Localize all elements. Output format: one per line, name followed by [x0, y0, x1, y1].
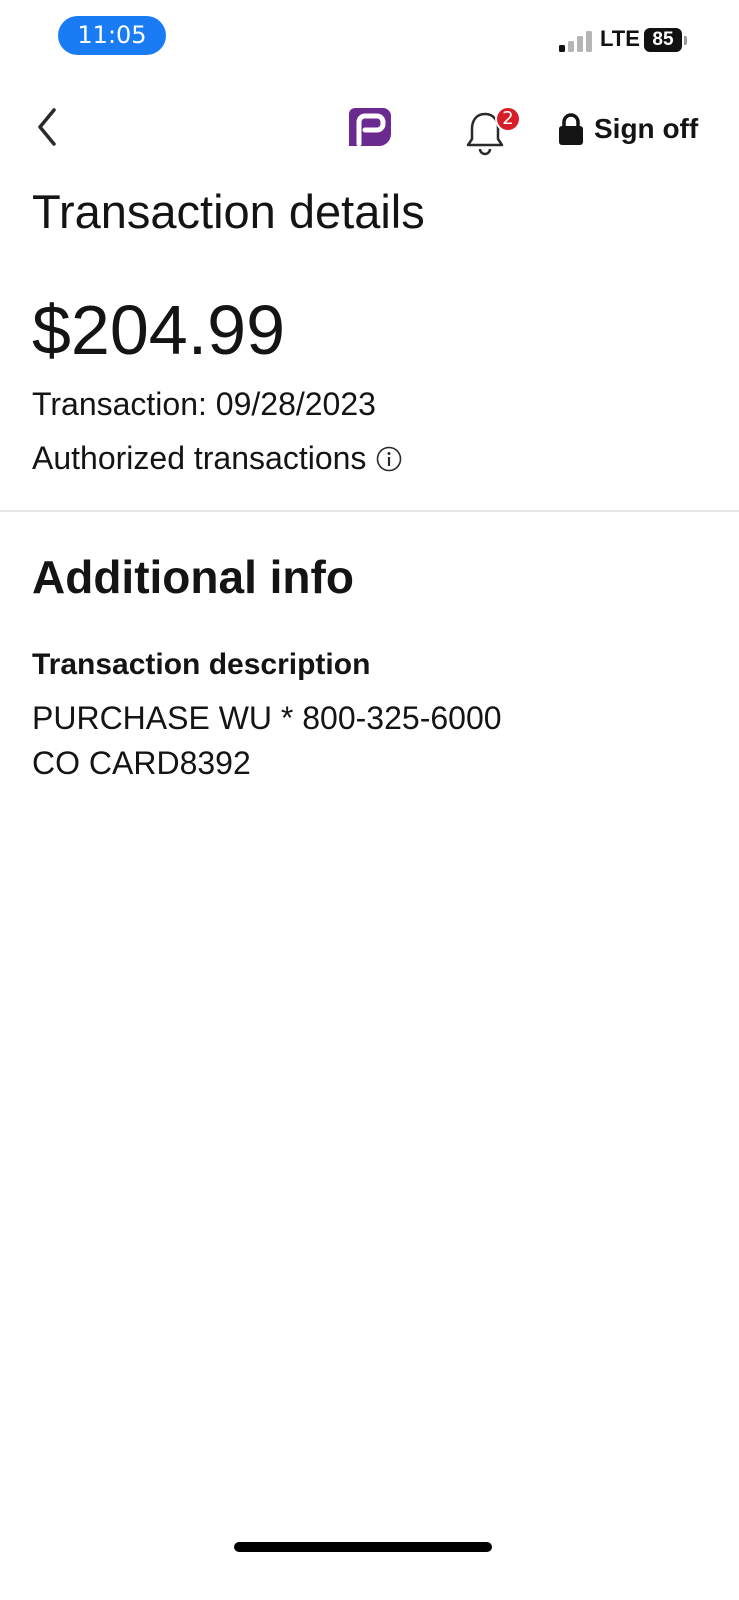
back-button[interactable] [30, 104, 66, 150]
sign-off-button[interactable]: Sign off [558, 108, 698, 150]
transaction-status-row: Authorized transactions [32, 440, 402, 477]
page-title: Transaction details [32, 185, 425, 238]
network-type: LTE [600, 26, 640, 51]
transaction-status: Authorized transactions [32, 440, 367, 476]
cellular-signal-icon [559, 30, 593, 52]
battery-tip [684, 36, 687, 45]
transaction-amount: $204.99 [32, 291, 286, 369]
chevron-left-icon [38, 108, 56, 146]
transaction-description-line-2: CO CARD8392 [32, 745, 251, 781]
lock-icon [559, 113, 583, 145]
info-icon[interactable] [376, 446, 402, 472]
notifications-button[interactable]: 2 [465, 104, 525, 156]
transaction-date: Transaction: 09/28/2023 [32, 386, 376, 422]
transaction-description-label: Transaction description [32, 648, 371, 681]
status-time[interactable]: 11:05 [58, 16, 166, 55]
notification-count-badge: 2 [495, 106, 521, 132]
assistant-logo-button[interactable] [345, 104, 393, 152]
home-indicator[interactable] [234, 1542, 492, 1552]
additional-info-title: Additional info [32, 551, 354, 603]
sign-off-label: Sign off [594, 113, 699, 144]
transaction-description-line-1: PURCHASE WU * 800-325-6000 [32, 700, 502, 736]
section-divider [0, 510, 739, 512]
battery-icon: 85 [644, 28, 682, 52]
chat-bubble-logo-icon [349, 108, 391, 147]
transaction-details-screen: 11:05 LTE 85 2 Sign off Transaction deta… [0, 0, 739, 1600]
